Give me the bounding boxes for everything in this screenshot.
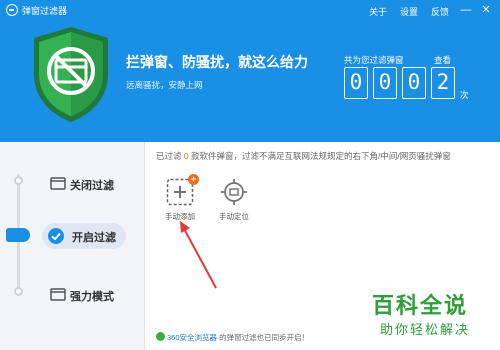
filter-counter: 0 0 0 2 xyxy=(344,67,456,99)
close-button[interactable]: ✕ xyxy=(479,3,493,17)
shield-icon xyxy=(34,27,108,122)
counter-unit: 次 xyxy=(460,90,469,100)
counter-digit: 2 xyxy=(431,67,455,99)
check-circle-icon xyxy=(48,228,64,244)
minimize-button[interactable]: — xyxy=(459,3,473,17)
mode-off-label: 关闭过滤 xyxy=(70,180,114,192)
hero-slogan: 拦弹窗、防骚扰，就这么给力 xyxy=(126,54,308,70)
hero-subslogan: 远离骚扰，安静上网 xyxy=(126,80,203,90)
mode-strong-label: 强力模式 xyxy=(70,291,114,303)
title-bar[interactable]: 弹窗过滤器 关于 设置 反馈 — ✕ xyxy=(0,0,500,22)
slider-stop[interactable] xyxy=(14,287,23,296)
app-logo-icon xyxy=(6,4,18,16)
slider-handle[interactable] xyxy=(6,228,30,242)
header-banner: 弹窗过滤器 关于 设置 反馈 — ✕ 拦弹窗、防骚扰，就这么给力 远离骚扰，安静… xyxy=(0,0,500,142)
mode-off-option[interactable]: 关闭过滤 xyxy=(48,172,138,196)
manual-locate-label: 手动定位 xyxy=(219,212,249,221)
status-count: 0 xyxy=(183,151,189,161)
new-badge: + xyxy=(188,174,199,185)
view-history-link[interactable]: 查看 xyxy=(434,54,451,66)
mode-sidebar: 关闭过滤 开启过滤 强力模式 xyxy=(0,142,145,350)
status-suffix: 款软件弹窗，过滤不满足互联网法规规定的右下角/中间/网页骚扰弹窗 xyxy=(191,151,451,161)
manual-add-label: 手动添加 xyxy=(165,212,195,221)
mode-on-label: 开启过滤 xyxy=(72,232,116,244)
counter-digit: 0 xyxy=(344,67,368,99)
counter-digit: 0 xyxy=(373,67,397,99)
browser-logo-icon xyxy=(156,332,165,341)
browser-link[interactable]: 360安全浏览器 xyxy=(167,333,217,342)
about-link[interactable]: 关于 xyxy=(369,5,387,18)
feedback-link[interactable]: 反馈 xyxy=(431,5,449,18)
watermark: 百科全说 助你轻松解决 xyxy=(372,288,496,344)
slider-stop[interactable] xyxy=(14,176,23,185)
monitor-icon xyxy=(50,177,66,190)
watermark-title: 百科全说 xyxy=(372,293,469,318)
mode-on-option[interactable]: 开启过滤 xyxy=(42,223,126,249)
crosshair-icon xyxy=(221,179,247,205)
filter-count-label: 共为您过滤弹窗 xyxy=(344,55,404,65)
manual-locate-button[interactable]: 手动定位 xyxy=(212,174,256,224)
manual-add-button[interactable]: + 手动添加 xyxy=(158,174,202,224)
footer-note: 360安全浏览器 的弹窗过滤也已同步开启！ xyxy=(156,332,309,343)
monitor-icon xyxy=(50,288,66,301)
counter-digit: 0 xyxy=(402,67,426,99)
status-prefix: 已过滤 xyxy=(156,151,182,161)
footer-message: 的弹窗过滤也已同步开启！ xyxy=(219,333,310,342)
settings-link[interactable]: 设置 xyxy=(400,5,418,18)
mode-strong-option[interactable]: 强力模式 xyxy=(48,283,138,307)
app-title: 弹窗过滤器 xyxy=(22,6,68,16)
filter-status-text: 已过滤 0 款软件弹窗，过滤不满足互联网法规规定的右下角/中间/网页骚扰弹窗 xyxy=(156,150,451,162)
watermark-subtitle: 助你轻松解决 xyxy=(380,322,471,337)
